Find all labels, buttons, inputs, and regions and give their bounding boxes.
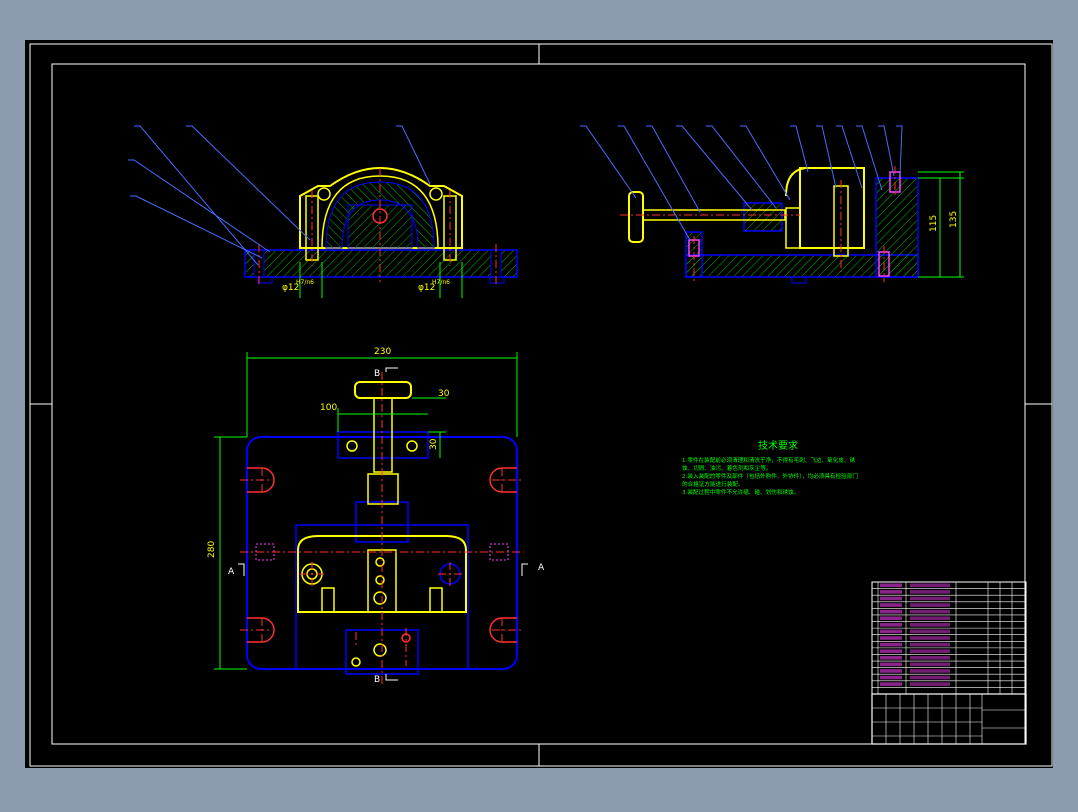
parts-list-code-cell <box>880 603 902 607</box>
parts-list-code-cell <box>880 623 902 627</box>
dim-side-30: 30 <box>429 438 439 450</box>
drawing-canvas[interactable]: φ12 H7/n6 φ12 H7/n6 115 135 230 280 100 … <box>0 0 1078 808</box>
parts-list-name-cell <box>910 629 950 634</box>
parts-list-name-cell <box>910 609 950 614</box>
parts-list-code-cell <box>880 669 902 673</box>
parts-list-name-cell <box>910 596 950 601</box>
parts-list-code-cell <box>880 583 902 588</box>
cad-viewport[interactable]: φ12 H7/n6 φ12 H7/n6 115 135 230 280 100 … <box>0 0 1078 808</box>
parts-list-name-cell <box>910 603 950 607</box>
parts-list-name-cell <box>910 669 950 673</box>
notes-line-2: 蚀、切屑、油污、着色剂和灰尘等。 <box>682 464 772 472</box>
dim-depth-left: 280 <box>207 541 217 558</box>
parts-list-code-cell <box>880 616 902 621</box>
parts-list-code-cell <box>880 675 902 680</box>
section-mark-b-bottom: B <box>374 675 380 685</box>
parts-list-code-cell <box>880 629 902 634</box>
dim-slot-width: 100 <box>320 403 337 413</box>
notes-line-3: 2.装入装配的零件及部件（包括外购件、外协件），均必须具有检验部门 <box>682 472 858 480</box>
parts-list-name-cell <box>910 636 950 640</box>
parts-list-name-cell <box>910 642 950 647</box>
section-mark-a-left: A <box>228 567 235 577</box>
parts-list-code-cell <box>880 590 902 594</box>
section-mark-b-top: B <box>374 369 380 379</box>
notes-line-1: 1.零件在装配前必须清理和清洗干净，不得有毛刺、飞边、氧化皮、锈 <box>682 456 856 464</box>
parts-list-name-cell <box>910 616 950 621</box>
parts-list-name-cell <box>910 662 950 667</box>
parts-list-code-cell <box>880 655 902 660</box>
parts-list-code-cell <box>880 609 902 614</box>
section-mark-a-right: A <box>538 563 545 573</box>
dim-height-inner: 115 <box>929 215 939 232</box>
parts-list-name-cell <box>910 583 950 588</box>
parts-list-code-cell <box>880 662 902 667</box>
parts-list-name-cell <box>910 590 950 594</box>
parts-list-name-cell <box>910 675 950 680</box>
parts-list-code-cell <box>880 682 902 686</box>
notes-title: 技术要求 <box>758 439 798 452</box>
fit-tol-left: H7/n6 <box>296 279 314 286</box>
parts-list-name-cell <box>910 649 950 653</box>
parts-list-code-cell <box>880 596 902 601</box>
dim-height-outer: 135 <box>949 211 959 228</box>
parts-list-code-cell <box>880 636 902 640</box>
notes-line-4: 的合格证方能进行装配。 <box>682 480 744 488</box>
notes-line-5: 3.装配过程中零件不允许磕、碰、划伤和锈蚀。 <box>682 488 799 496</box>
dim-width-top: 230 <box>374 347 391 357</box>
parts-list-name-cell <box>910 682 950 686</box>
fit-tol-right: H7/n6 <box>432 279 450 286</box>
base-plate-section <box>244 249 518 278</box>
back-upright-section <box>875 177 919 278</box>
parts-list-name-cell <box>910 623 950 627</box>
parts-list-name-cell <box>910 655 950 660</box>
parts-list-code-cell <box>880 649 902 653</box>
dim-offset: 30 <box>438 389 450 399</box>
parts-list-code-cell <box>880 642 902 647</box>
